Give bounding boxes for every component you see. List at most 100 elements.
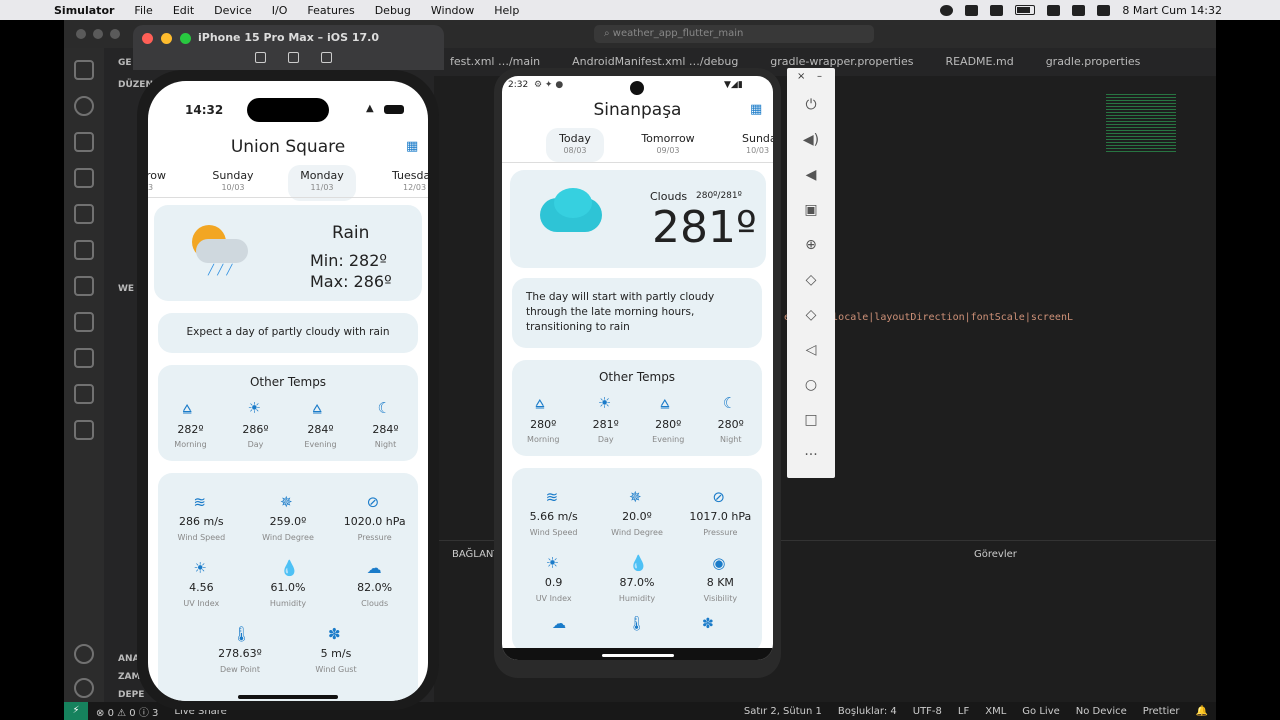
detail-value: 278.63º xyxy=(218,647,262,660)
summary-text: Expect a day of partly cloudy with rain xyxy=(186,326,390,338)
menu-edit[interactable]: Edit xyxy=(163,4,204,17)
explorer-icon[interactable] xyxy=(74,60,94,80)
search-icon[interactable] xyxy=(1072,4,1086,16)
close-icon[interactable]: × xyxy=(797,71,805,82)
account-icon[interactable] xyxy=(74,644,94,664)
wifi-icon[interactable] xyxy=(1047,4,1061,16)
min-max-temp: 280º/281º xyxy=(696,191,742,201)
testing-icon[interactable] xyxy=(74,240,94,260)
tab-gradle-wrapper[interactable]: gradle-wrapper.properties xyxy=(754,48,929,76)
rotate-right-icon[interactable]: ◇ xyxy=(802,306,820,324)
day-tab-1-label[interactable]: Tomorrow xyxy=(638,132,698,145)
map-icon[interactable]: ▦ xyxy=(750,102,762,117)
home-icon[interactable] xyxy=(255,52,266,63)
remote-explorer-icon[interactable] xyxy=(74,204,94,224)
settings-gear-icon[interactable] xyxy=(74,678,94,698)
sunrise-icon: ⩠ xyxy=(182,399,192,417)
panel-tasks-label[interactable]: Görevler xyxy=(974,549,1017,560)
go-live[interactable]: Go Live xyxy=(1014,706,1067,717)
sun-icon: ☀ xyxy=(597,394,612,412)
minimize-icon[interactable]: – xyxy=(817,71,822,82)
encoding[interactable]: UTF-8 xyxy=(905,706,950,717)
menu-window[interactable]: Window xyxy=(421,4,484,17)
control-center-icon[interactable] xyxy=(1097,4,1111,16)
iphone-screen: 14:32 ▲ Union Square ▦ row 3 Sunday 10/0… xyxy=(148,81,428,701)
end-of-line[interactable]: LF xyxy=(950,706,977,717)
minimap[interactable] xyxy=(1106,94,1176,154)
screenshot-icon[interactable] xyxy=(288,52,299,63)
more-icon[interactable]: ··· xyxy=(802,446,820,464)
camera-icon[interactable]: ▣ xyxy=(802,201,820,219)
day-tab-1-label[interactable]: Sunday xyxy=(212,169,254,182)
power-icon[interactable]: ⏻ xyxy=(802,96,820,114)
window-controls[interactable] xyxy=(76,29,120,39)
menu-help[interactable]: Help xyxy=(484,4,529,17)
search-icon[interactable] xyxy=(74,96,94,116)
keyboard-icon[interactable] xyxy=(965,4,979,16)
details-card: ≋ 286 m/s Wind Speed ✵ 259.0º Wind Degree ⊘ 102… xyxy=(158,473,418,701)
home-indicator[interactable] xyxy=(238,695,338,699)
flutter-device[interactable]: No Device xyxy=(1068,706,1135,717)
warnings-count: 0 xyxy=(129,707,136,719)
wind-icon: ≋ xyxy=(545,488,559,506)
record-icon[interactable] xyxy=(940,4,954,16)
map-icon[interactable]: ▦ xyxy=(406,139,418,154)
menu-io[interactable]: I/O xyxy=(262,4,298,17)
condition-label: Rain xyxy=(332,223,370,243)
menu-device[interactable]: Device xyxy=(204,4,262,17)
prettier[interactable]: Prettier xyxy=(1135,706,1188,717)
extensions-icon[interactable] xyxy=(74,276,94,296)
sidebar-section-depe[interactable]: DEPE xyxy=(118,690,144,700)
flutter-icon[interactable] xyxy=(74,384,94,404)
menu-app[interactable]: Simulator xyxy=(44,4,124,17)
rotate-left-icon[interactable]: ◇ xyxy=(802,271,820,289)
sidebar-section-we[interactable]: WE xyxy=(118,284,134,294)
day-tab-0-label[interactable]: Today xyxy=(546,132,604,145)
tab-readme[interactable]: README.md xyxy=(929,48,1029,76)
mac-menubar: Simulator File Edit Device I/O Features … xyxy=(0,0,1280,20)
tab-gradle-properties[interactable]: gradle.properties xyxy=(1030,48,1157,76)
summary-text: The day will start with partly cloudy th… xyxy=(526,291,715,333)
battery-icon xyxy=(384,105,404,114)
detail-label: Wind Gust xyxy=(315,665,357,674)
gesture-pill[interactable] xyxy=(602,654,674,657)
rotate-icon[interactable] xyxy=(321,52,332,63)
detail-label: Dew Point xyxy=(219,665,261,674)
menu-file[interactable]: File xyxy=(124,4,162,17)
day-tab-2-label[interactable]: Monday xyxy=(298,169,346,182)
azure-icon[interactable] xyxy=(74,348,94,368)
menu-features[interactable]: Features xyxy=(297,4,364,17)
panel-tab-connections[interactable]: BAĞLANT xyxy=(452,549,500,560)
run-debug-icon[interactable] xyxy=(74,168,94,188)
android-signal-icon: ▼◢▮ xyxy=(724,80,743,90)
menubar-clock[interactable]: 8 Mart Cum 14:32 xyxy=(1122,4,1222,17)
day-tab-0-label[interactable]: row xyxy=(148,169,166,182)
gauge-icon: ⊘ xyxy=(366,493,380,511)
screen-mirror-icon[interactable] xyxy=(990,4,1004,16)
day-tab-3-label[interactable]: Tuesda xyxy=(392,169,428,182)
sunset-icon: ⩠ xyxy=(660,394,670,412)
live-share-icon[interactable] xyxy=(74,312,94,332)
sunset-icon: ⩠ xyxy=(312,399,322,417)
menu-debug[interactable]: Debug xyxy=(365,4,421,17)
detail-value: 20.0º xyxy=(622,510,652,523)
overview-icon[interactable]: □ xyxy=(802,411,820,429)
zoom-icon[interactable]: ⊕ xyxy=(802,236,820,254)
notifications-bell-icon[interactable]: 🔔 xyxy=(1188,706,1216,717)
command-center[interactable]: ⌕ weather_app_flutter_main xyxy=(594,25,874,43)
volume-up-icon[interactable]: ◀) xyxy=(802,131,820,149)
problems-indicator[interactable]: ⊗ 0 ⚠ 0 ⓘ 3 xyxy=(88,704,166,719)
day-tab-2-label[interactable]: Sunda xyxy=(742,132,773,145)
cursor-position[interactable]: Satır 2, Sütun 1 xyxy=(736,706,830,717)
remote-icon[interactable]: ⚡ xyxy=(64,702,88,720)
indentation[interactable]: Boşluklar: 4 xyxy=(830,706,905,717)
volume-down-icon[interactable]: ◀ xyxy=(802,166,820,184)
home-icon[interactable]: ○ xyxy=(802,376,820,394)
source-control-icon[interactable] xyxy=(74,132,94,152)
wind-icon: ≋ xyxy=(193,493,206,511)
back-icon[interactable]: ◁ xyxy=(802,341,820,359)
battery-icon[interactable] xyxy=(1015,5,1036,15)
sidebar-section-ge[interactable]: GE xyxy=(118,58,132,68)
docker-icon[interactable] xyxy=(74,420,94,440)
language-mode[interactable]: XML xyxy=(977,706,1014,717)
